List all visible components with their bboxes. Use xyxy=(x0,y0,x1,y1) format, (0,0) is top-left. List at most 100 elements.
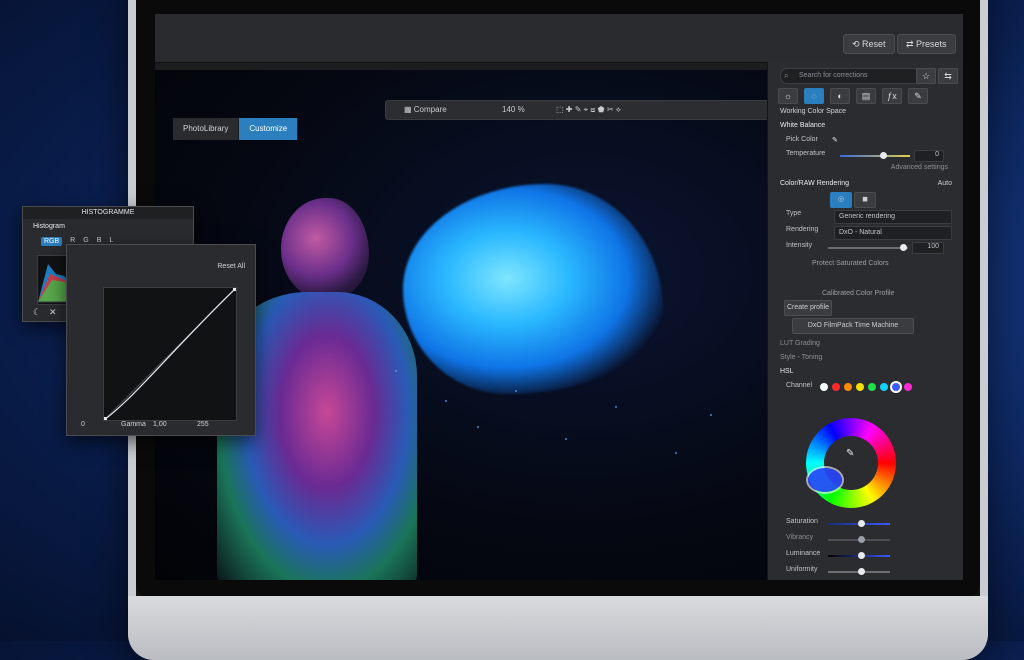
presets-icon: ⇄ xyxy=(906,39,917,49)
luminance-slider[interactable] xyxy=(828,552,890,559)
person-head xyxy=(281,198,369,300)
rendering-dropdown[interactable]: DxO - Natural xyxy=(834,226,952,240)
create-profile-label: Create profile xyxy=(786,304,830,311)
histogram-titlebar[interactable]: HISTOGRAMME xyxy=(23,207,193,219)
search-icon: ⌕ xyxy=(784,71,789,80)
channel-cyan-dot[interactable] xyxy=(880,383,888,391)
tab-photolibrary[interactable]: PhotoLibrary xyxy=(173,118,240,140)
blue-cloud xyxy=(403,184,663,394)
monitor-chin xyxy=(128,596,988,660)
working-color-space-title[interactable]: Working Color Space xyxy=(780,108,846,115)
auto-label[interactable]: Auto xyxy=(938,180,952,187)
curves-window[interactable]: Reset All 0 Gamma 1,00 255 xyxy=(66,244,256,436)
search-input[interactable]: Search for corrections xyxy=(780,68,920,84)
curve-graph xyxy=(101,285,239,423)
geometry-icon[interactable]: ▤ xyxy=(856,88,876,104)
customize-tab-label: Customize xyxy=(249,124,288,133)
channel-red-dot[interactable] xyxy=(832,383,840,391)
compare-button[interactable]: ▦ Compare xyxy=(404,101,447,119)
rendering-row: Rendering DxO - Natural xyxy=(786,226,954,240)
channel-green-dot[interactable] xyxy=(868,383,876,391)
lut-grading-title[interactable]: LUT Grading xyxy=(780,340,820,347)
intensity-knob[interactable] xyxy=(900,244,907,251)
time-machine-label: DxO FilmPack Time Machine xyxy=(807,322,899,329)
temperature-knob[interactable] xyxy=(880,152,887,159)
fx-icon[interactable]: ƒx xyxy=(882,88,902,104)
saturation-knob[interactable] xyxy=(858,520,865,527)
close-icon[interactable]: ✕ xyxy=(49,307,57,318)
channel-row: Channel xyxy=(786,382,954,394)
time-machine-button[interactable]: DxO FilmPack Time Machine xyxy=(792,318,914,334)
color-icon[interactable]: ◌ xyxy=(804,88,824,104)
channel-yellow-dot[interactable] xyxy=(856,383,864,391)
dust-particle xyxy=(565,438,567,440)
color-rendering-title[interactable]: Color/RAW Rendering xyxy=(780,180,849,187)
curve-point-min[interactable] xyxy=(101,417,107,423)
advanced-settings-row[interactable]: Advanced settings xyxy=(786,164,954,176)
wheel-eyedropper-icon[interactable]: ✎ xyxy=(846,448,854,459)
max-value[interactable]: 255 xyxy=(197,421,209,428)
white-balance-title[interactable]: White Balance xyxy=(780,122,825,129)
temperature-slider[interactable] xyxy=(840,152,910,159)
channel-white-dot[interactable] xyxy=(820,383,828,391)
advanced-settings-label: Advanced settings xyxy=(890,164,948,171)
saturation-slider[interactable] xyxy=(828,520,890,527)
panel-tool-icons: ☼ ◌ ◐ ▤ ƒx ✎ xyxy=(778,88,954,104)
tabs: PhotoLibrary Customize xyxy=(173,118,299,140)
hsl-selection[interactable] xyxy=(808,468,842,492)
presets-button[interactable]: ⇄ Presets xyxy=(897,34,956,54)
uniformity-knob[interactable] xyxy=(858,568,865,575)
presets-label: Presets xyxy=(916,39,947,49)
temperature-field[interactable]: 0 xyxy=(914,150,944,162)
uniformity-slider[interactable] xyxy=(828,568,890,575)
vibrancy-label: Vibrancy xyxy=(786,534,814,541)
intensity-slider[interactable] xyxy=(828,244,908,251)
moon-icon[interactable]: ☾ xyxy=(33,307,41,318)
reset-button[interactable]: ⟲ Reset xyxy=(843,34,895,54)
toggle-icon[interactable]: ⇆ xyxy=(938,68,958,84)
channel-blue-dot[interactable] xyxy=(892,383,900,391)
tab-customize[interactable]: Customize xyxy=(239,118,299,140)
create-profile-button[interactable]: Create profile xyxy=(784,300,832,316)
vibrancy-slider[interactable] xyxy=(828,536,890,543)
pick-color-label: Pick Color xyxy=(786,136,818,143)
hsl-title[interactable]: HSL xyxy=(780,368,794,375)
dust-particle xyxy=(477,426,479,428)
compare-label: Compare xyxy=(413,105,447,114)
channel-orange-dot[interactable] xyxy=(844,383,852,391)
saturation-label: Saturation xyxy=(786,518,818,525)
rendering-icon-2[interactable]: ◼ xyxy=(854,192,876,208)
dust-particle xyxy=(515,390,517,392)
detail-icon[interactable]: ◐ xyxy=(830,88,850,104)
sun-icon[interactable]: ☼ xyxy=(778,88,798,104)
type-value: Generic rendering xyxy=(839,213,896,220)
curve-point-max[interactable] xyxy=(233,285,239,291)
right-panel: Search for corrections ⌕ ☆ ⇆ ☼ ◌ ◐ ▤ ƒx … xyxy=(767,62,963,580)
type-dropdown[interactable]: Generic rendering xyxy=(834,210,952,224)
gamma-value[interactable]: 1,00 xyxy=(153,421,167,428)
histogram-tab-rgb[interactable]: RGB xyxy=(41,237,63,246)
intensity-field[interactable]: 100 xyxy=(912,242,944,254)
style-toning-title[interactable]: Style - Toning xyxy=(780,354,822,361)
min-value[interactable]: 0 xyxy=(81,421,85,428)
protect-saturated-title[interactable]: Protect Saturated Colors xyxy=(812,260,889,267)
hsl-color-wheel[interactable] xyxy=(806,418,896,508)
rendering-value: DxO - Natural xyxy=(839,229,882,236)
curve-plot[interactable] xyxy=(101,285,239,423)
zoom-readout[interactable]: 140 % xyxy=(502,101,525,119)
calibrated-profile-title[interactable]: Calibrated Color Profile xyxy=(822,290,894,297)
intensity-label: Intensity xyxy=(786,242,813,249)
channel-magenta-dot[interactable] xyxy=(904,383,912,391)
star-icon[interactable]: ☆ xyxy=(916,68,936,84)
rendering-label: Rendering xyxy=(786,226,819,233)
intensity-value: 100 xyxy=(927,243,939,250)
eyedropper-icon[interactable]: ✎ xyxy=(832,136,838,144)
rendering-icon[interactable]: ◎ xyxy=(830,192,852,208)
vibrancy-row: Vibrancy xyxy=(786,534,954,546)
vibrancy-knob[interactable] xyxy=(858,536,865,543)
brush-icon[interactable]: ✎ xyxy=(908,88,928,104)
luminance-knob[interactable] xyxy=(858,552,865,559)
channel-label: Channel xyxy=(786,382,813,389)
temperature-label: Temperature xyxy=(786,150,826,157)
reset-all-button[interactable]: Reset All xyxy=(217,263,245,270)
